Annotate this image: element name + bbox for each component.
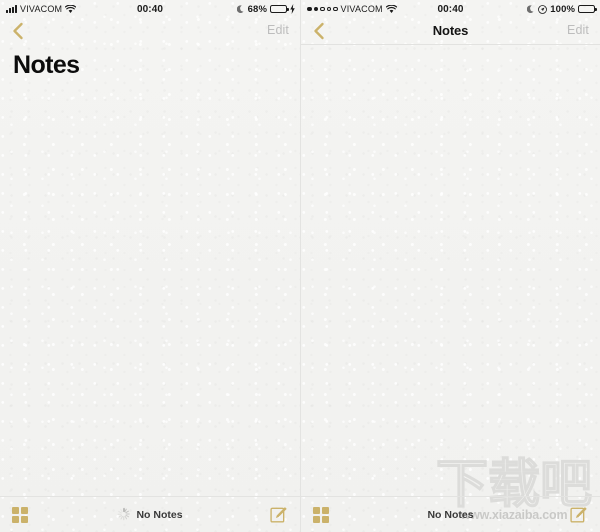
phone-screen-right: VIVACOM 00:40 100% Notes Edit 下载吧 www.xi… [300, 0, 600, 532]
no-notes-label: No Notes [136, 508, 183, 521]
location-icon [538, 4, 548, 14]
compose-note-button[interactable] [270, 506, 288, 524]
battery-percentage-label: 100% [550, 3, 575, 15]
battery-icon [578, 4, 597, 14]
navigation-bar-right: Notes Edit [301, 18, 600, 45]
toolbar-status: No Notes [301, 509, 600, 521]
phone-screen-left: VIVACOM 00:40 68% Edit Notes No Notes [0, 0, 300, 532]
battery-icon [270, 4, 289, 14]
dual-screenshot-container: VIVACOM 00:40 68% Edit Notes No Notes VI… [0, 0, 600, 532]
no-notes-label: No Notes [427, 508, 474, 521]
status-bar-right: VIVACOM 00:40 100% [301, 0, 600, 18]
compose-icon [270, 506, 288, 524]
status-bar-right-group: 100% [527, 3, 597, 15]
edit-button[interactable]: Edit [267, 23, 289, 37]
moon-icon [527, 4, 535, 14]
status-bar-left: VIVACOM 00:40 68% [0, 0, 300, 18]
page-title: Notes [432, 23, 469, 38]
status-bar-right-group: 68% [236, 3, 295, 15]
moon-icon [236, 4, 245, 14]
compose-note-button[interactable] [570, 506, 588, 524]
bottom-toolbar-right: No Notes [301, 496, 600, 532]
battery-percentage-label: 68% [247, 3, 267, 15]
navigation-bar-left: Edit [0, 18, 300, 44]
page-title: Notes [13, 51, 80, 79]
bottom-toolbar-left: No Notes [0, 496, 300, 532]
compose-icon [570, 506, 588, 524]
toolbar-status: No Notes [0, 508, 300, 521]
chevron-left-icon[interactable] [11, 22, 25, 40]
lightning-bolt-icon [290, 4, 295, 14]
activity-spinner-icon [117, 508, 131, 521]
edit-button[interactable]: Edit [567, 23, 589, 37]
